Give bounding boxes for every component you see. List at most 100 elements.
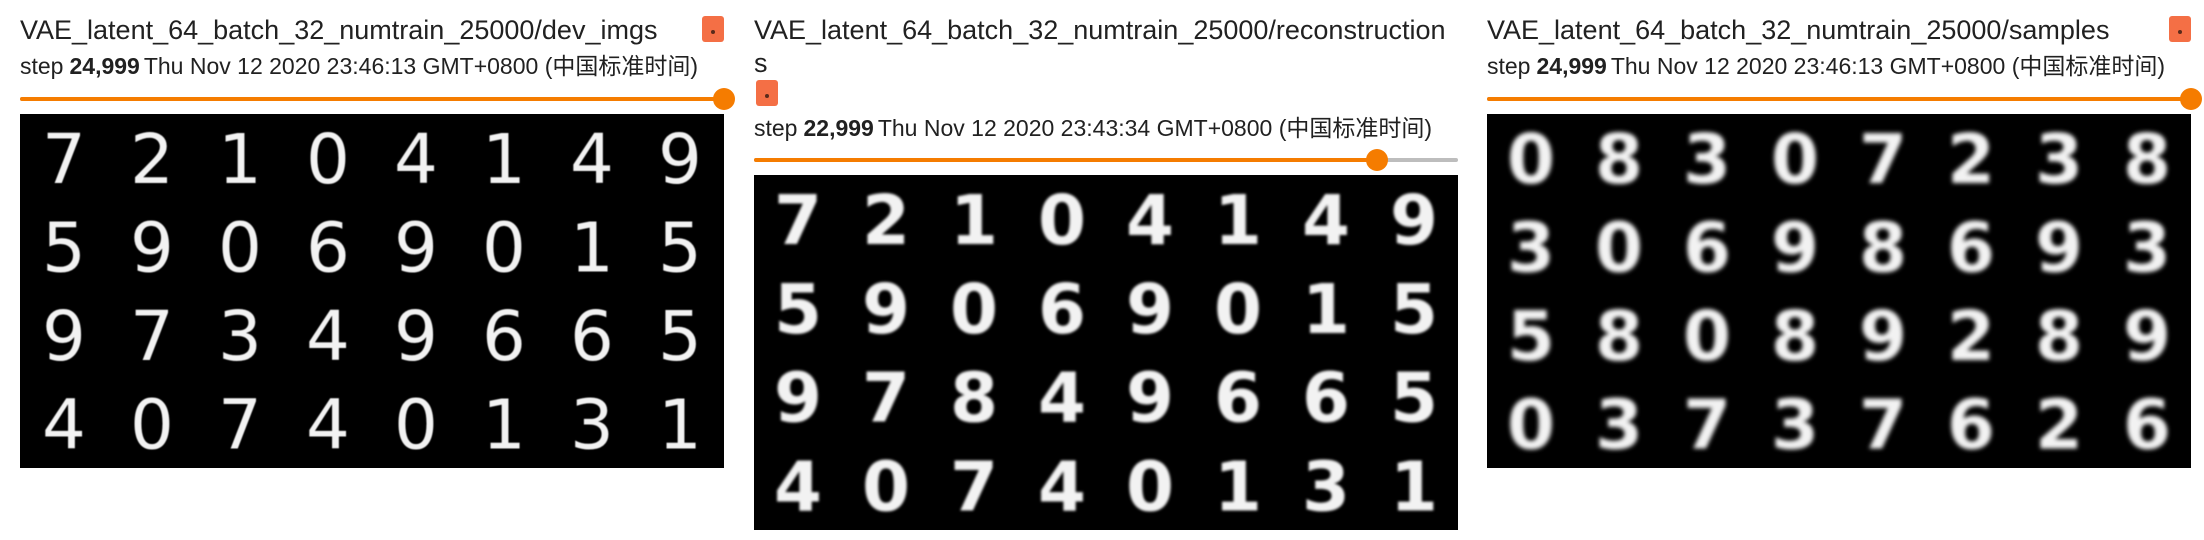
digit-cell: 0 [1126,447,1174,527]
digit-cell: 1 [570,209,614,289]
digit-cell: 5 [42,209,86,289]
digit-cell: 9 [394,209,438,289]
image-card-dev-imgs: VAE_latent_64_batch_32_numtrain_25000/de… [20,0,735,540]
step-timestamp: Thu Nov 12 2020 23:46:13 GMT+0800 (中国标准时… [1610,53,2166,79]
image-card-reconstructions: VAE_latent_64_batch_32_numtrain_25000/re… [754,0,1466,540]
card-title: VAE_latent_64_batch_32_numtrain_25000/re… [754,15,1446,78]
digit-cell: 3 [1507,209,1555,289]
digit-cell: 9 [1859,297,1907,377]
step-timestamp: Thu Nov 12 2020 23:43:34 GMT+0800 (中国标准时… [877,115,1433,141]
digit-cell: 6 [2123,386,2171,466]
digit-cell: 6 [1947,209,1995,289]
digit-cell: 0 [1507,120,1555,200]
digit-cell: 8 [1771,297,1819,377]
digit-cell: 9 [130,209,174,289]
slider-fill [754,158,1378,162]
digit-cell: 4 [1302,181,1350,261]
step-info: step 24,999 Thu Nov 12 2020 23:46:13 GMT+0… [1487,52,2165,80]
image-grid: 72104149590690159784966540740131 [754,175,1458,530]
slider-thumb[interactable] [713,88,735,110]
digit-cell: 9 [42,297,86,377]
pin-icon[interactable] [702,16,724,42]
step-slider[interactable] [20,86,735,112]
step-info: step 22,999 Thu Nov 12 2020 23:43:34 GMT+0… [754,114,1432,142]
digit-cell: 9 [1390,181,1438,261]
digit-cell: 0 [482,209,526,289]
digit-cell: 1 [218,120,262,200]
digit-cell: 0 [218,209,262,289]
digit-cell: 1 [1390,447,1438,527]
digit-cell: 0 [1683,297,1731,377]
digit-cell: 4 [306,386,350,466]
digit-image-grid: 7 2 1 0 4 1 4 95 9 0 6 9 0 1 59 7 8 4 9 6 6 54 0 7 4 0 1 3 1 [774,181,1438,527]
digit-cell: 2 [1947,120,1995,200]
slider-fill [1487,97,2191,101]
digit-cell: 0 [1507,386,1555,466]
step-value: 24,999 [69,53,140,79]
digit-cell: 6 [1947,386,1995,466]
digit-cell: 4 [42,386,86,466]
digit-cell: 9 [774,359,822,439]
step-value: 22,999 [803,115,874,141]
digit-cell: 7 [1859,386,1907,466]
digit-cell: 1 [1214,181,1262,261]
digit-cell: 9 [658,120,702,200]
digit-cell: 7 [862,359,910,439]
digit-cell: 1 [482,120,526,200]
step-slider[interactable] [754,147,1458,173]
digit-cell: 6 [1038,270,1086,350]
digit-cell: 6 [1302,359,1350,439]
digit-cell: 5 [1390,270,1438,350]
digit-cell: 0 [1214,270,1262,350]
digit-cell: 4 [306,297,350,377]
digit-cell: 3 [218,297,262,377]
digit-cell: 0 [1038,181,1086,261]
pin-icon[interactable] [756,80,778,106]
step-label: step [20,53,64,79]
step-info: step 24,999 Thu Nov 12 2020 23:46:13 GMT+0… [20,52,698,80]
digit-cell: 6 [1683,209,1731,289]
digit-cell: 9 [1126,359,1174,439]
digit-cell: 0 [1595,209,1643,289]
pin-icon[interactable] [2169,16,2191,42]
slider-thumb[interactable] [2180,88,2202,110]
digit-cell: 3 [570,386,614,466]
digit-cell: 8 [2035,297,2083,377]
digit-cell: 5 [658,297,702,377]
digit-cell: 5 [1390,359,1438,439]
digit-cell: 1 [1214,447,1262,527]
digit-cell: 9 [394,297,438,377]
digit-cell: 0 [306,120,350,200]
card-title: VAE_latent_64_batch_32_numtrain_25000/sa… [1487,15,2110,45]
digit-cell: 1 [1302,270,1350,350]
image-grid: 08307238306986935808928903737626 [1487,114,2191,468]
digit-cell: 7 [950,447,998,527]
digit-cell: 1 [482,386,526,466]
digit-cell: 2 [130,120,174,200]
digit-cell: 3 [1595,386,1643,466]
step-value: 24,999 [1536,53,1607,79]
digit-cell: 8 [950,359,998,439]
digit-image-grid: 0 8 3 0 7 2 3 83 0 6 9 8 6 9 35 8 0 8 9 2 8 90 3 7 3 7 6 2 6 [1507,120,2171,466]
digit-cell: 4 [1126,181,1174,261]
digit-cell: 2 [1947,297,1995,377]
digit-cell: 9 [2123,297,2171,377]
step-label: step [754,115,798,141]
digit-cell: 0 [130,386,174,466]
digit-cell: 9 [2035,209,2083,289]
digit-cell: 0 [950,270,998,350]
digit-cell: 2 [862,181,910,261]
digit-cell: 8 [1595,297,1643,377]
digit-cell: 4 [1038,447,1086,527]
digit-cell: 3 [2123,209,2171,289]
step-slider[interactable] [1487,86,2202,112]
digit-cell: 7 [130,297,174,377]
digit-cell: 0 [394,386,438,466]
digit-cell: 7 [1859,120,1907,200]
slider-thumb[interactable] [1366,149,1389,171]
digit-cell: 1 [950,181,998,261]
digit-image-grid: 7 2 1 0 4 1 4 95 9 0 6 9 0 1 59 7 3 4 9 6 6 54 0 7 4 0 1 3 1 [42,120,702,466]
digit-cell: 1 [658,386,702,466]
digit-cell: 9 [862,270,910,350]
digit-cell: 7 [42,120,86,200]
